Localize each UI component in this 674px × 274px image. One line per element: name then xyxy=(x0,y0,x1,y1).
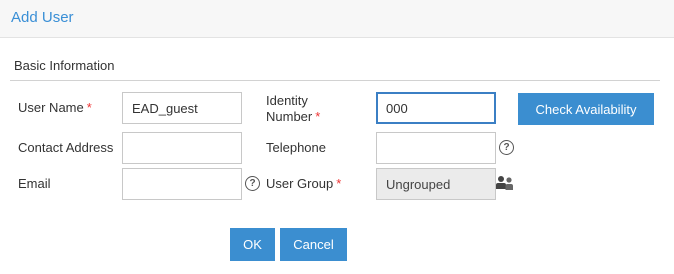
user-group-label-text: User Group xyxy=(266,176,334,191)
contact-address-label: Contact Address xyxy=(18,140,114,155)
question-circle-icon[interactable]: ? xyxy=(245,176,260,191)
user-group-input[interactable] xyxy=(376,168,496,200)
dialog-title: Add User xyxy=(11,9,74,26)
telephone-label: Telephone xyxy=(266,140,326,155)
identity-number-label-line2: Number xyxy=(266,109,313,124)
user-name-label: User Name * xyxy=(18,100,92,116)
required-marker: * xyxy=(315,109,321,124)
dialog-header: Add User xyxy=(0,0,674,38)
cancel-button[interactable]: Cancel xyxy=(280,228,347,261)
user-name-input[interactable] xyxy=(122,92,242,124)
user-name-label-text: User Name xyxy=(18,100,84,115)
section-title: Basic Information xyxy=(14,58,115,73)
section-divider xyxy=(10,80,660,81)
users-icon[interactable] xyxy=(496,175,514,192)
email-input[interactable] xyxy=(122,168,242,200)
user-group-label: User Group * xyxy=(266,176,341,192)
required-marker: * xyxy=(336,176,342,191)
identity-number-label: Identity Number * xyxy=(266,93,320,125)
check-availability-button[interactable]: Check Availability xyxy=(518,93,654,125)
identity-number-label-line1: Identity xyxy=(266,93,308,108)
identity-number-input[interactable] xyxy=(376,92,496,124)
email-label: Email xyxy=(18,176,51,191)
required-marker: * xyxy=(86,100,92,115)
telephone-input[interactable] xyxy=(376,132,496,164)
contact-address-input[interactable] xyxy=(122,132,242,164)
question-circle-icon[interactable]: ? xyxy=(499,140,514,155)
ok-button[interactable]: OK xyxy=(230,228,275,261)
